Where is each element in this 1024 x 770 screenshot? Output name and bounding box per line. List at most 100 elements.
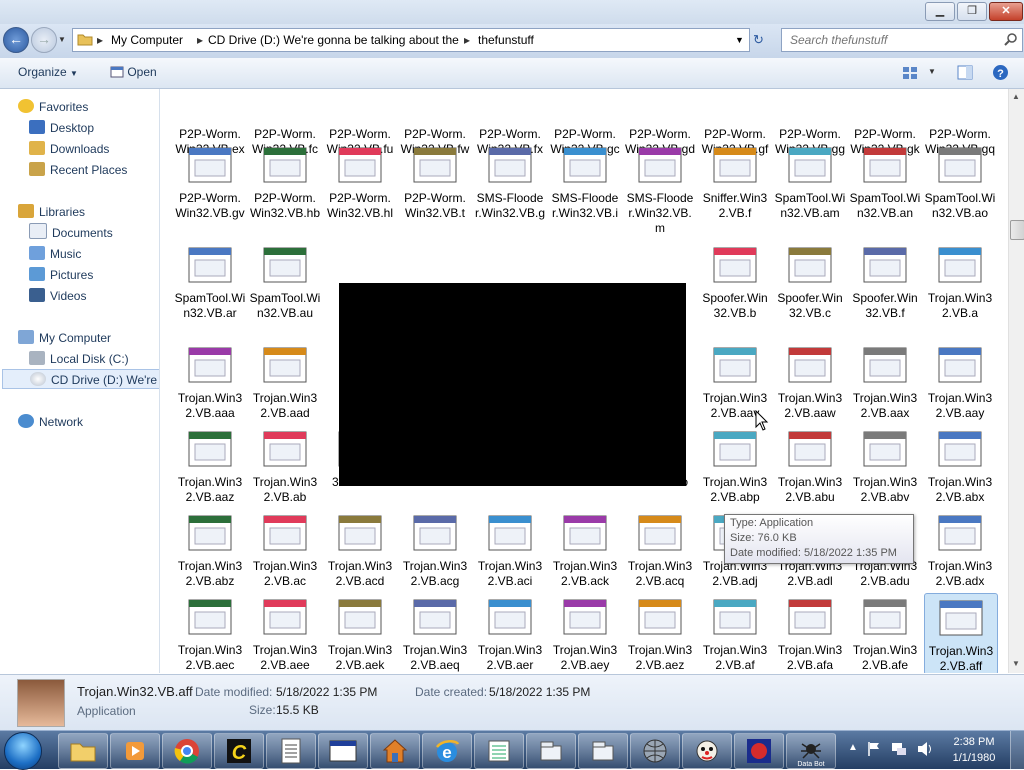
file-item[interactable]: Trojan.Win32.VB.abz	[174, 509, 246, 589]
nav-my-computer[interactable]: My Computer	[18, 328, 111, 348]
tray-expand-icon[interactable]: ▲	[848, 742, 858, 753]
nav-pictures[interactable]: Pictures	[29, 265, 93, 285]
back-button[interactable]: ←	[3, 27, 29, 53]
file-item[interactable]: Trojan.Win32.VB.abx	[924, 425, 996, 505]
file-item[interactable]: Trojan.Win32.VB.aec	[174, 593, 246, 673]
file-item[interactable]: Trojan.Win32.VB.aey	[549, 593, 621, 673]
breadcrumb-cd-drive[interactable]: CD Drive (D:) We're gonna be talking abo…	[208, 33, 459, 47]
file-item[interactable]: SMS-Flooder.Win32.VB.m	[624, 141, 696, 236]
file-item[interactable]: Trojan.Win32.VB.afa	[774, 593, 846, 673]
help-icon[interactable]: ?	[992, 64, 1009, 81]
scroll-up-icon[interactable]: ▲	[1012, 92, 1020, 101]
open-button[interactable]: Open	[110, 65, 157, 79]
file-item[interactable]: Trojan.Win32.VB.acq	[624, 509, 696, 589]
flag-icon[interactable]	[867, 741, 881, 757]
file-item[interactable]: Trojan.Win32.VB.ac	[249, 509, 321, 589]
file-item[interactable]: Trojan.Win32.VB.aer	[474, 593, 546, 673]
minimize-button[interactable]: ▁	[925, 2, 955, 21]
file-item[interactable]: P2P-Worm.Win32.VB.t	[399, 141, 471, 221]
file-item[interactable]: Trojan.Win32.VB.aaz	[174, 425, 246, 505]
search-box[interactable]	[781, 28, 1023, 52]
file-item[interactable]: Trojan.Win32.VB.adx	[924, 509, 996, 589]
file-item[interactable]: Trojan.Win32.VB.aek	[324, 593, 396, 673]
taskbar-window-app-3[interactable]	[578, 733, 628, 769]
nav-videos[interactable]: Videos	[29, 286, 86, 306]
file-item[interactable]: SpamTool.Win32.VB.ar	[174, 241, 246, 321]
file-item[interactable]: Spoofer.Win32.VB.c	[774, 241, 846, 321]
nav-cd-drive[interactable]: CD Drive (D:) We're g	[2, 369, 159, 389]
address-dropdown-icon[interactable]: ▼	[735, 35, 744, 45]
file-item[interactable]: SMS-Flooder.Win32.VB.i	[549, 141, 621, 221]
file-item[interactable]: Trojan.Win32.VB.aav	[699, 341, 771, 421]
close-button[interactable]: ✕	[989, 2, 1023, 21]
taskbar-clown-app[interactable]	[682, 733, 732, 769]
taskbar-internet-explorer[interactable]: e	[422, 733, 472, 769]
taskbar-red-app[interactable]	[734, 733, 784, 769]
taskbar-chrome[interactable]	[162, 733, 212, 769]
file-item[interactable]: Trojan.Win32.VB.ack	[549, 509, 621, 589]
taskbar-data-bot[interactable]: Data Bot	[786, 733, 836, 769]
breadcrumb-my-computer[interactable]: My Computer	[111, 33, 183, 47]
volume-icon[interactable]	[916, 741, 934, 757]
file-item[interactable]: Trojan.Win32.VB.afe	[849, 593, 921, 673]
show-desktop-button[interactable]	[1010, 731, 1024, 769]
file-item[interactable]: SpamTool.Win32.VB.ao	[924, 141, 996, 221]
nav-recent-places[interactable]: Recent Places	[29, 160, 127, 180]
nav-desktop[interactable]: Desktop	[29, 118, 94, 138]
file-item[interactable]: SpamTool.Win32.VB.au	[249, 241, 321, 321]
scroll-down-icon[interactable]: ▼	[1012, 659, 1020, 668]
file-item[interactable]: Trojan.Win32.VB.aaw	[774, 341, 846, 421]
file-item[interactable]: Trojan.Win32.VB.aad	[249, 341, 321, 421]
recent-pages-icon[interactable]: ▼	[58, 35, 66, 44]
taskbar-media-player[interactable]	[110, 733, 160, 769]
nav-music[interactable]: Music	[29, 244, 81, 264]
file-item[interactable]: Trojan.Win32.VB.aax	[849, 341, 921, 421]
file-item[interactable]: Spoofer.Win32.VB.b	[699, 241, 771, 321]
file-item[interactable]: Sniffer.Win32.VB.f	[699, 141, 771, 221]
file-item[interactable]: Trojan.Win32.VB.abp	[699, 425, 771, 505]
nav-libraries[interactable]: Libraries	[18, 202, 85, 222]
organize-button[interactable]: Organize ▼	[18, 65, 78, 79]
file-item[interactable]: Trojan.Win32.VB.acd	[324, 509, 396, 589]
file-item[interactable]: SMS-Flooder.Win32.VB.g	[474, 141, 546, 221]
file-item[interactable]: Trojan.Win32.VB.a	[924, 241, 996, 321]
start-button[interactable]	[4, 732, 42, 770]
taskbar-window-app-2[interactable]	[526, 733, 576, 769]
nav-documents[interactable]: Documents	[29, 223, 113, 243]
clock[interactable]: 2:38 PM 1/1/1980	[950, 734, 998, 766]
file-item[interactable]: Trojan.Win32.VB.abv	[849, 425, 921, 505]
nav-local-disk[interactable]: Local Disk (C:)	[29, 349, 129, 369]
taskbar-list-app[interactable]	[474, 733, 524, 769]
nav-downloads[interactable]: Downloads	[29, 139, 109, 159]
taskbar-explorer[interactable]	[58, 733, 108, 769]
file-item[interactable]: Trojan.Win32.VB.abu	[774, 425, 846, 505]
network-status-icon[interactable]	[891, 741, 907, 757]
file-item[interactable]: Trojan.Win32.VB.acg	[399, 509, 471, 589]
nav-network[interactable]: Network	[18, 412, 83, 432]
forward-button[interactable]: →	[31, 27, 57, 53]
file-item[interactable]: P2P-Worm.Win32.VB.hb	[249, 141, 321, 221]
taskbar-c-app[interactable]: C	[214, 733, 264, 769]
views-icon[interactable]	[902, 66, 918, 80]
file-item[interactable]: Trojan.Win32.VB.aeq	[399, 593, 471, 673]
file-item[interactable]: Trojan.Win32.VB.aee	[249, 593, 321, 673]
scroll-thumb[interactable]	[1010, 220, 1024, 240]
file-item[interactable]: Trojan.Win32.VB.aaa	[174, 341, 246, 421]
refresh-icon[interactable]: ↻	[753, 32, 764, 48]
breadcrumb-thefunstuff[interactable]: thefunstuff	[478, 33, 534, 47]
file-item[interactable]: Trojan.Win32.VB.af	[699, 593, 771, 673]
restore-button[interactable]: ❐	[957, 2, 987, 21]
file-item[interactable]: SpamTool.Win32.VB.an	[849, 141, 921, 221]
file-item[interactable]: P2P-Worm.Win32.VB.gv	[174, 141, 246, 221]
nav-favorites[interactable]: Favorites	[18, 97, 88, 117]
taskbar-window-app[interactable]	[318, 733, 368, 769]
file-item[interactable]: Trojan.Win32.VB.aci	[474, 509, 546, 589]
file-item[interactable]: Trojan.Win32.VB.aay	[924, 341, 996, 421]
views-dropdown-icon[interactable]: ▼	[928, 67, 936, 76]
address-bar[interactable]: ▸ My Computer ▸ CD Drive (D:) We're gonn…	[72, 28, 750, 52]
search-icon[interactable]	[1004, 33, 1018, 47]
taskbar-notepad[interactable]	[266, 733, 316, 769]
file-item[interactable]: Spoofer.Win32.VB.f	[849, 241, 921, 321]
taskbar-home-app[interactable]	[370, 733, 420, 769]
vertical-scrollbar[interactable]: ▲ ▼	[1008, 89, 1024, 673]
